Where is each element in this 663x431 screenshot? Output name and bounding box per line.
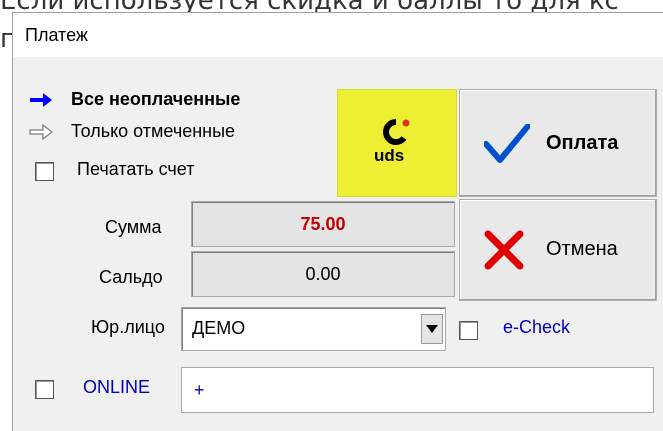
cancel-button[interactable]: Отмена [459, 199, 657, 301]
online-label: ONLINE [83, 377, 151, 397]
chevron-down-icon [426, 325, 438, 333]
x-mark-icon [484, 230, 524, 270]
sum-value-field: 75.00 [191, 201, 455, 247]
online-checkbox[interactable] [35, 380, 54, 399]
window-title: Платеж [25, 25, 88, 45]
arrow-right-outline-icon [29, 124, 53, 140]
pay-button-label: Оплата [546, 132, 619, 154]
dropdown-button[interactable] [421, 314, 443, 344]
balance-value-field: 0.00 [191, 251, 455, 297]
pay-button[interactable]: Оплата [459, 89, 657, 197]
echeck-label: e-Check [503, 317, 571, 337]
sum-value: 75.00 [300, 214, 346, 234]
option-all-unpaid[interactable]: Все неоплаченные [71, 89, 240, 110]
arrow-right-selected-icon [30, 93, 52, 107]
balance-label: Сальдо [99, 267, 163, 287]
print-invoice-label: Печатать счет [77, 159, 195, 179]
uds-button[interactable]: uds [337, 89, 457, 197]
print-invoice-checkbox[interactable] [35, 162, 54, 181]
online-input[interactable]: + [181, 367, 654, 413]
legal-entity-value: ДЕМО [192, 318, 246, 338]
balance-value: 0.00 [305, 264, 341, 284]
online-input-value: + [194, 380, 205, 400]
legal-entity-label: Юр.лицо [91, 317, 165, 337]
option-only-marked[interactable]: Только отмеченные [71, 121, 235, 142]
legal-entity-select[interactable]: ДЕМО [181, 307, 446, 351]
payment-dialog: Платеж Все неоплаченные Только отмеченны… [12, 12, 663, 431]
uds-label: uds [374, 146, 405, 165]
echeck-checkbox[interactable] [459, 321, 478, 340]
cancel-button-label: Отмена [546, 238, 618, 260]
sum-label: Сумма [105, 217, 162, 237]
checkmark-icon [484, 124, 530, 163]
title-bar: Платеж [13, 13, 663, 57]
